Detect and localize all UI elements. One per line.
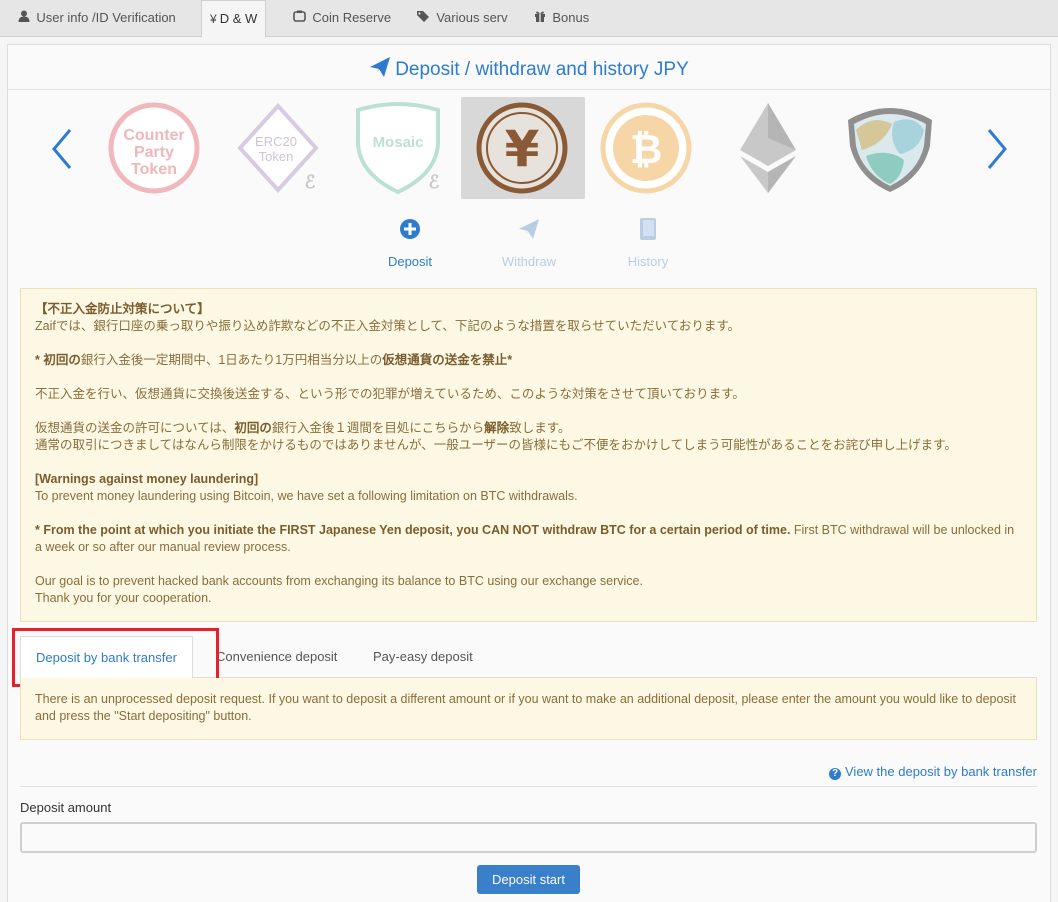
chevron-right-icon (987, 129, 1007, 169)
en-warning-line2: * From the point at which you initiate t… (35, 523, 1015, 554)
coin-cp-line1: Counter (123, 127, 184, 144)
action-deposit-label: Deposit (387, 254, 433, 269)
coin-cp-line2: Party (134, 144, 174, 161)
deposit-amount-input[interactable] (20, 822, 1037, 853)
deposit-method-tabs: Deposit by bank transfer Convenience dep… (20, 636, 1037, 679)
tab-bank-transfer[interactable]: Deposit by bank transfer (20, 636, 193, 679)
page-title: Deposit / withdraw and history JPY (0, 56, 1058, 84)
divider (20, 786, 1037, 787)
coin-ethereum[interactable] (720, 100, 816, 196)
tab-user-info-label: User info /ID Verification (36, 10, 176, 25)
svg-text:ℰ: ℰ (305, 172, 316, 192)
coin-bitcoin[interactable]: ₿ (598, 100, 694, 196)
top-tab-bar: User info /ID Verification ¥ D & W Coin R… (0, 0, 1058, 38)
jp-warning-line2: * 初回の銀行入金後一定期間中、1日あたり1万円相当分以上の仮想通貨の送金を禁止… (35, 353, 513, 367)
carousel-next-button[interactable] (985, 126, 1011, 172)
action-history[interactable]: History (608, 214, 688, 269)
coin-mosaic-label: Mosaic (373, 134, 424, 151)
tab-d-and-w[interactable]: ¥ D & W (201, 0, 267, 38)
divider (7, 89, 1051, 90)
chevron-left-icon (52, 129, 72, 169)
tab-pay-easy-deposit[interactable]: Pay-easy deposit (358, 636, 488, 678)
coin-erc20-line1: ERC20 (255, 134, 297, 149)
action-withdraw[interactable]: Withdraw (489, 214, 569, 269)
tab-d-and-w-label: D & W (219, 11, 258, 26)
coin-bitcoin-symbol: ₿ (630, 127, 663, 173)
coin-xem[interactable] (842, 100, 938, 196)
piggy-bank-icon (293, 10, 309, 25)
deposit-start-button[interactable]: Deposit start (477, 865, 580, 894)
unprocessed-request-notice: There is an unprocessed deposit request.… (20, 678, 1037, 740)
laundering-warning-box: 【不正入金防止対策について】 Zaifでは、銀行口座の乗っ取りや振り込め詐欺など… (20, 288, 1037, 622)
coin-mosaic[interactable]: Mosaic ℰ (350, 100, 446, 196)
en-warning-line3: Our goal is to prevent hacked bank accou… (35, 574, 643, 588)
tab-bonus-label: Bonus (552, 10, 590, 25)
view-bank-transfer-label: View the deposit by bank transfer (845, 764, 1037, 779)
user-icon (18, 10, 33, 25)
action-withdraw-label: Withdraw (501, 254, 557, 269)
book-icon (640, 218, 656, 240)
tab-various-serv[interactable]: Various serv (408, 0, 516, 37)
tab-convenience-deposit[interactable]: Convenience deposit (201, 636, 352, 678)
en-warning-line1: To prevent money laundering using Bitcoi… (35, 489, 578, 503)
action-deposit[interactable]: Deposit (370, 214, 450, 269)
deposit-amount-label: Deposit amount (20, 800, 112, 815)
question-circle-icon: ? (829, 768, 841, 780)
tags-icon (416, 11, 433, 25)
coin-counter-party-token[interactable]: Counter Party Token (106, 100, 202, 196)
paper-plane-icon (369, 56, 391, 84)
paper-plane-icon (519, 219, 539, 239)
jp-warning-heading: 【不正入金防止対策について】 (35, 302, 210, 316)
coin-erc20-token[interactable]: ERC20 Token ℰ (230, 100, 326, 196)
coin-cp-line3: Token (131, 161, 177, 178)
action-history-label: History (627, 254, 669, 269)
tab-bonus[interactable]: Bonus (526, 0, 597, 37)
yen-icon: ¥ (210, 12, 217, 26)
tab-user-info[interactable]: User info /ID Verification (10, 0, 184, 37)
tab-coin-reserve[interactable]: Coin Reserve (285, 0, 399, 37)
en-warning-line4: Thank you for your cooperation. (35, 591, 212, 605)
plus-circle-icon (400, 219, 420, 239)
jp-warning-line4: 仮想通貨の送金の許可については、初回の銀行入金後１週間を目処にこちらから解除致し… (35, 421, 571, 435)
tab-various-serv-label: Various serv (436, 10, 508, 25)
coin-jpy-symbol: ¥ (505, 120, 540, 178)
coin-jpy[interactable]: ¥ (474, 100, 570, 196)
jp-warning-line5: 通常の取引につきましてはなんら制限をかけるものではありませんが、一般ユーザーの皆… (35, 438, 957, 452)
svg-text:ℰ: ℰ (429, 172, 440, 192)
view-bank-transfer-link[interactable]: ? View the deposit by bank transfer (829, 764, 1037, 780)
carousel-prev-button[interactable] (48, 126, 74, 172)
tab-coin-reserve-label: Coin Reserve (312, 10, 392, 25)
coin-erc20-line2: Token (259, 149, 294, 164)
jp-warning-line3: 不正入金を行い、仮想通貨に交換後送金する、という形での犯罪が増えているため、この… (35, 387, 745, 401)
page-title-text: Deposit / withdraw and history JPY (395, 59, 689, 80)
en-warning-heading: [Warnings against money laundering] (35, 472, 259, 486)
gift-icon (534, 11, 549, 25)
jp-warning-line1: Zaifでは、銀行口座の乗っ取りや振り込め詐欺などの不正入金対策として、下記のよ… (35, 319, 741, 333)
